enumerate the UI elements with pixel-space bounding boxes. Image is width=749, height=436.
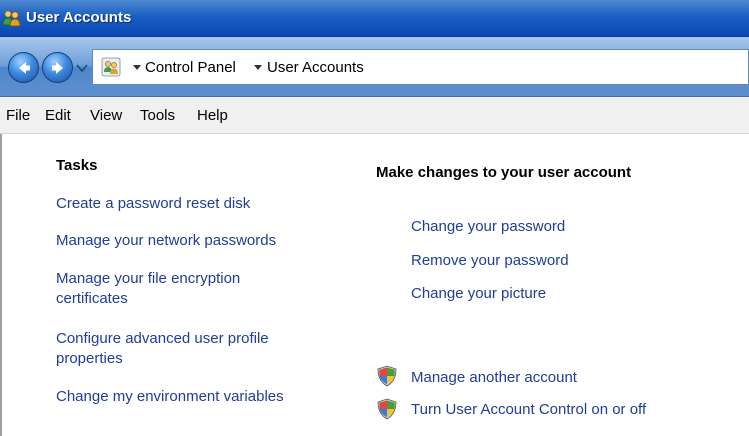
task-configure-advanced-user-profile[interactable]: Configure advanced user profile properti…: [56, 329, 336, 369]
breadcrumb-user-accounts[interactable]: User Accounts: [267, 59, 364, 76]
uac-shield-icon: [377, 365, 397, 387]
menu-tools[interactable]: Tools: [140, 107, 175, 124]
task-link-text: Manage your file encryption: [56, 270, 241, 287]
task-link-text: properties: [56, 350, 123, 367]
task-link-text: Change my environment variables: [56, 388, 284, 405]
task-manage-file-encryption-certificates[interactable]: Manage your file encryption certificates: [56, 269, 336, 309]
tasks-heading: Tasks: [56, 157, 98, 174]
task-manage-network-passwords[interactable]: Manage your network passwords: [56, 231, 336, 251]
menu-file[interactable]: File: [6, 107, 30, 124]
address-bar: Control Panel User Accounts: [0, 37, 749, 97]
page-heading: Make changes to your user account: [376, 164, 632, 181]
change-password-link[interactable]: Change your password: [411, 218, 565, 235]
uac-shield-icon: [377, 398, 397, 420]
task-change-environment-variables[interactable]: Change my environment variables: [56, 387, 336, 407]
remove-password-link[interactable]: Remove your password: [411, 252, 569, 269]
menu-help[interactable]: Help: [197, 107, 228, 124]
back-button[interactable]: [8, 52, 39, 83]
forward-arrow-icon: [52, 62, 63, 74]
menu-bar: File Edit View Tools Help: [0, 97, 749, 134]
manage-another-account-link[interactable]: Manage another account: [411, 369, 577, 386]
task-link-text: Configure advanced user profile: [56, 330, 269, 347]
turn-uac-on-off-link[interactable]: Turn User Account Control on or off: [411, 401, 646, 418]
breadcrumb-control-panel[interactable]: Control Panel: [145, 59, 236, 76]
recent-pages-chevron-icon[interactable]: [76, 63, 88, 73]
change-picture-link[interactable]: Change your picture: [411, 285, 546, 302]
breadcrumb-separator-icon[interactable]: [133, 65, 141, 70]
users-icon: [2, 10, 21, 27]
title-bar: User Accounts: [0, 0, 749, 37]
pane-divider: [0, 134, 2, 436]
task-create-password-reset-disk[interactable]: Create a password reset disk: [56, 194, 336, 214]
task-link-text: Create a password reset disk: [56, 195, 251, 212]
task-link-text: Manage your network passwords: [56, 232, 277, 249]
window-title: User Accounts: [26, 9, 132, 26]
menu-edit[interactable]: Edit: [45, 107, 71, 124]
forward-button[interactable]: [42, 52, 73, 83]
menu-view[interactable]: View: [90, 107, 122, 124]
address-field[interactable]: Control Panel User Accounts: [92, 49, 749, 85]
breadcrumb-separator-icon[interactable]: [254, 65, 262, 70]
task-link-text: certificates: [56, 290, 128, 307]
back-arrow-icon: [19, 62, 30, 74]
control-panel-users-icon: [101, 57, 121, 77]
